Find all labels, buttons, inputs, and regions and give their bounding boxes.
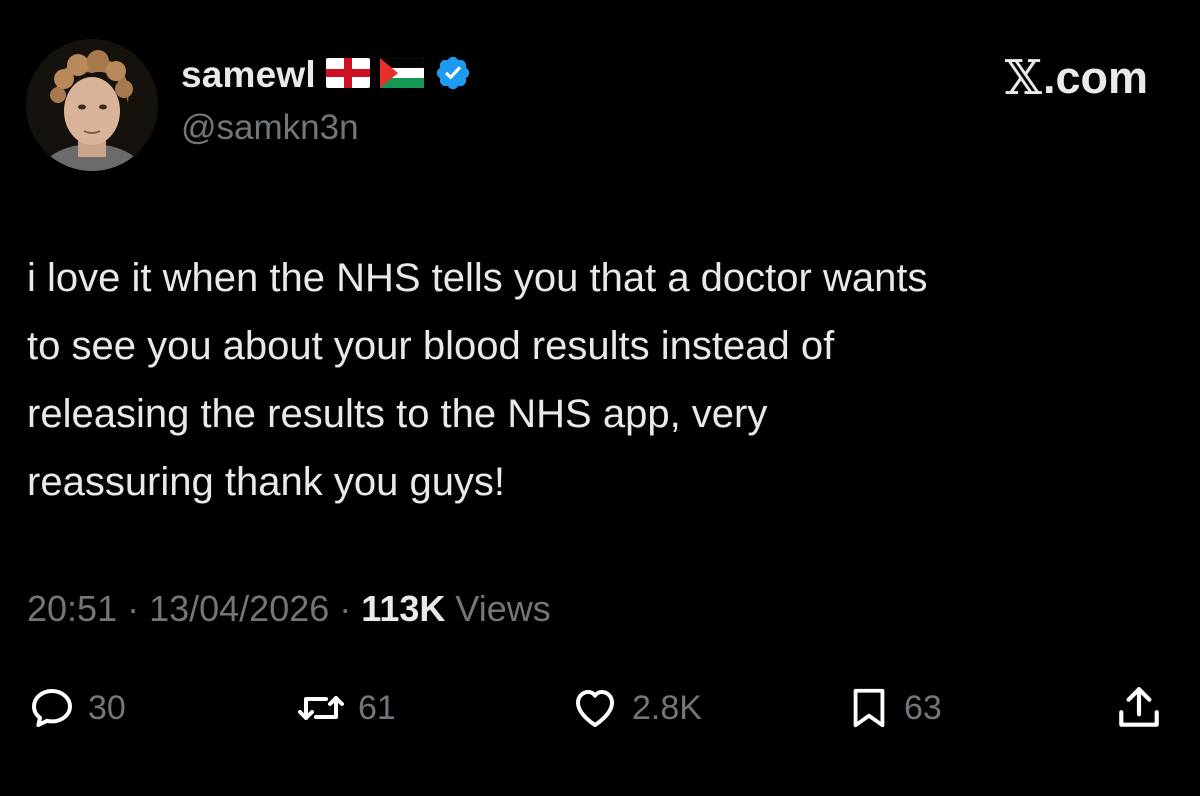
palestine-flag-icon	[379, 57, 425, 93]
tweet-time[interactable]: 20:51	[27, 588, 117, 629]
x-brand: 𝕏 .com	[1005, 50, 1148, 106]
tweet-date[interactable]: 13/04/2026	[149, 588, 329, 629]
user-name-row: samewl	[181, 52, 472, 98]
meta-separator: ·	[117, 588, 150, 629]
avatar[interactable]	[26, 39, 158, 171]
share-button[interactable]	[1114, 680, 1164, 736]
views-label: Views	[445, 588, 551, 629]
action-bar: 30 61 2.8K 63	[0, 680, 1200, 740]
repost-count: 61	[358, 688, 396, 727]
views-count: 113K	[361, 588, 446, 629]
reply-icon	[28, 684, 76, 732]
meta-separator: ·	[329, 588, 362, 629]
repost-button[interactable]: 61	[296, 680, 396, 736]
reply-button[interactable]: 30	[28, 680, 126, 736]
repost-icon	[296, 684, 346, 732]
x-logo-icon: 𝕏	[1004, 50, 1042, 106]
tweet-text: i love it when the NHS tells you that a …	[27, 256, 928, 504]
like-button[interactable]: 2.8K	[570, 680, 702, 736]
user-handle[interactable]: @samkn3n	[181, 108, 359, 148]
brand-domain: .com	[1042, 52, 1148, 103]
reply-count: 30	[88, 688, 126, 727]
heart-icon	[570, 684, 620, 732]
england-flag-icon	[325, 57, 370, 93]
tweet-meta: 20:51 · 13/04/2026 · 113K Views	[27, 588, 551, 630]
like-count: 2.8K	[632, 688, 702, 727]
avatar-photo	[26, 39, 158, 171]
display-name[interactable]: samewl	[181, 54, 316, 96]
share-icon	[1114, 683, 1164, 733]
bookmark-count: 63	[904, 688, 942, 727]
bookmark-icon	[846, 684, 892, 732]
bookmark-button[interactable]: 63	[846, 680, 942, 736]
verified-badge-icon[interactable]	[434, 54, 472, 97]
